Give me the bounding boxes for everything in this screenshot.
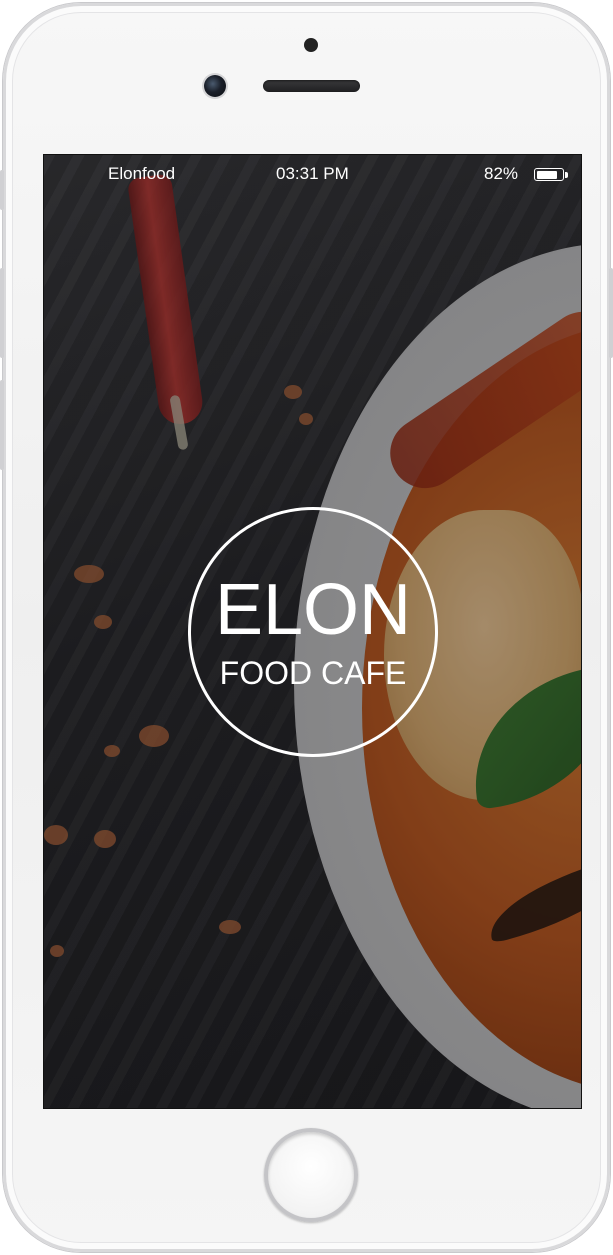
status-bar: Elonfood 03:31 PM 82% xyxy=(44,155,581,193)
status-time: 03:31 PM xyxy=(276,164,349,183)
logo-title: ELON xyxy=(214,570,412,650)
app-screen[interactable]: Elonfood 03:31 PM 82% ELON FOOD CAFE xyxy=(43,154,582,1109)
earpiece-speaker xyxy=(263,80,360,92)
mute-switch[interactable] xyxy=(0,170,4,210)
front-camera-icon xyxy=(304,38,318,52)
battery-percent: 82% xyxy=(484,164,519,183)
volume-down-button[interactable] xyxy=(0,380,4,470)
volume-up-button[interactable] xyxy=(0,268,4,358)
power-button[interactable] xyxy=(609,268,613,358)
proximity-sensor-icon xyxy=(204,75,226,97)
logo-subtitle: FOOD CAFE xyxy=(219,655,407,691)
battery-tip xyxy=(565,172,568,178)
home-button[interactable] xyxy=(264,1128,358,1222)
battery-level-fill xyxy=(536,170,557,179)
splash-logo: ELON FOOD CAFE xyxy=(188,507,438,757)
phone-frame: Elonfood 03:31 PM 82% ELON FOOD CAFE xyxy=(3,3,610,1252)
battery-icon xyxy=(534,168,564,181)
carrier-name: Elonfood xyxy=(108,164,176,183)
